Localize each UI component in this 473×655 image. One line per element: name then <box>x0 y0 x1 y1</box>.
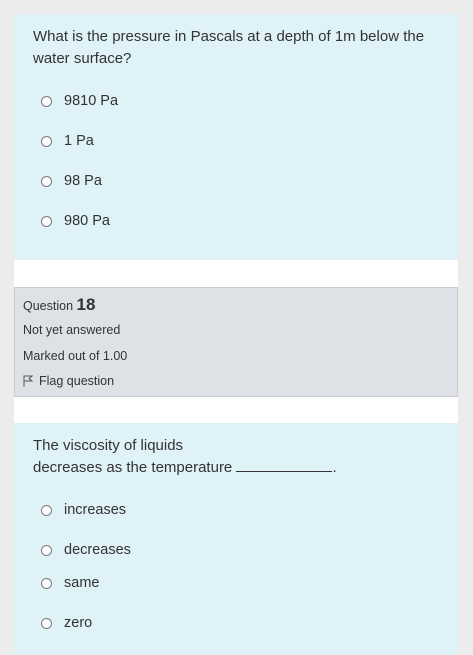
question-number: Question 18 <box>23 295 95 315</box>
flag-question-label: Flag question <box>39 374 115 388</box>
question-text-part: decreases as the temperature <box>33 459 233 476</box>
section-divider <box>14 397 458 423</box>
radio-button[interactable] <box>41 504 52 516</box>
radio-button[interactable] <box>41 95 52 107</box>
question-text-end: . <box>332 459 337 476</box>
answer-blank <box>236 459 333 472</box>
option-98-pa[interactable]: 98 Pa <box>41 173 102 189</box>
option-label: 980 Pa <box>64 213 110 229</box>
question-17-text: What is the pressure in Pascals at a dep… <box>33 28 425 67</box>
option-label: increases <box>64 502 127 518</box>
option-label: decreases <box>64 542 131 558</box>
radio-button[interactable] <box>41 135 52 147</box>
option-same[interactable]: same <box>41 575 99 591</box>
answer-status: Not yet answered <box>23 323 121 337</box>
question-text-line-1: The viscosity of liquids <box>33 437 184 454</box>
option-increases[interactable]: increases <box>41 502 126 518</box>
radio-button[interactable] <box>41 175 52 187</box>
question-18-info: Question 18 Not yet answered Marked out … <box>14 287 458 397</box>
radio-button[interactable] <box>41 544 52 556</box>
question-number-value: 18 <box>76 295 96 314</box>
option-zero[interactable]: zero <box>41 615 92 631</box>
question-18-card: The viscosity of liquids decreases as th… <box>14 423 458 655</box>
question-18-text: The viscosity of liquids decreases as th… <box>33 435 443 479</box>
option-1-pa[interactable]: 1 Pa <box>41 133 94 149</box>
option-980-pa[interactable]: 980 Pa <box>41 213 110 229</box>
question-17-card: What is the pressure in Pascals at a dep… <box>14 14 458 260</box>
marks-info: Marked out of 1.00 <box>23 349 128 363</box>
option-label: zero <box>64 615 93 631</box>
radio-button[interactable] <box>41 215 52 227</box>
option-label: same <box>64 575 100 591</box>
flag-question-link[interactable]: Flag question <box>23 374 114 388</box>
question-label: Question <box>23 299 74 313</box>
option-label: 1 Pa <box>64 133 94 149</box>
flag-icon <box>23 375 33 387</box>
section-divider <box>14 260 458 287</box>
radio-button[interactable] <box>41 617 52 629</box>
option-decreases[interactable]: decreases <box>41 542 131 558</box>
option-9810-pa[interactable]: 9810 Pa <box>41 93 118 109</box>
option-label: 9810 Pa <box>64 93 119 109</box>
question-text-line-2: decreases as the temperature . <box>33 457 443 479</box>
radio-button[interactable] <box>41 577 52 589</box>
option-label: 98 Pa <box>64 173 102 189</box>
